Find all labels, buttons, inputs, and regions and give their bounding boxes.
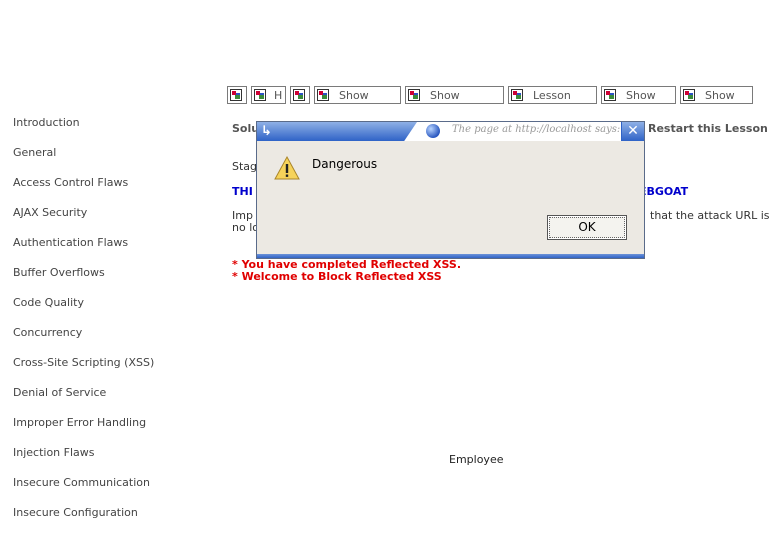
titlebar-accent <box>257 122 417 141</box>
dialog-message: Dangerous <box>312 157 378 171</box>
sidebar-item-xss[interactable]: Cross-Site Scripting (XSS) <box>13 356 213 386</box>
sidebar-item-ajax-security[interactable]: AJAX Security <box>13 206 213 236</box>
dialog-title: The page at http://localhost says: <box>452 124 621 135</box>
lesson-sidebar: Introduction General Access Control Flaw… <box>13 116 213 536</box>
toolbar-button-show-params[interactable]: Show <box>314 86 401 104</box>
broken-image-icon <box>683 89 695 101</box>
sidebar-item-denial-of-service[interactable]: Denial of Service <box>13 386 213 416</box>
close-icon[interactable]: ✕ <box>621 122 644 141</box>
sidebar-item-access-control[interactable]: Access Control Flaws <box>13 176 213 206</box>
dialog-bottom-border <box>257 254 644 258</box>
sidebar-item-insecure-communication[interactable]: Insecure Communication <box>13 476 213 506</box>
broken-image-icon <box>293 89 305 101</box>
return-arrow-icon: ↳ <box>261 124 272 139</box>
alert-dialog: ↳ The page at http://localhost says: ✕ D… <box>256 121 645 259</box>
sidebar-item-code-quality[interactable]: Code Quality <box>13 296 213 326</box>
sidebar-item-error-handling[interactable]: Improper Error Handling <box>13 416 213 446</box>
broken-image-icon <box>408 89 420 101</box>
sidebar-item-concurrency[interactable]: Concurrency <box>13 326 213 356</box>
lesson-body-right: that the attack URL is <box>650 209 770 222</box>
globe-icon <box>426 124 440 138</box>
broken-image-icon <box>254 89 266 101</box>
stage-label: Stag <box>232 160 258 173</box>
dialog-titlebar[interactable]: ↳ The page at http://localhost says: ✕ <box>257 122 644 141</box>
sidebar-item-authentication[interactable]: Authentication Flaws <box>13 236 213 266</box>
toolbar-button-label: Show <box>339 88 369 102</box>
lesson-heading-left: THI <box>232 185 253 198</box>
ok-button-label: OK <box>549 217 625 238</box>
sidebar-item-insecure-configuration[interactable]: Insecure Configuration <box>13 506 213 536</box>
toolbar-button-label: Show <box>430 88 460 102</box>
employee-label: Employee <box>449 453 504 466</box>
warning-icon <box>274 155 300 180</box>
lesson-body-line: no lo <box>232 221 259 234</box>
welcome-message: * Welcome to Block Reflected XSS <box>232 270 442 283</box>
sidebar-item-introduction[interactable]: Introduction <box>13 116 213 146</box>
lesson-body-left: Imp no lo <box>232 210 259 234</box>
toolbar-button-label: Show <box>626 88 656 102</box>
toolbar-button-label: Lesson <box>533 88 571 102</box>
broken-image-icon <box>317 89 329 101</box>
ok-button[interactable]: OK <box>547 215 627 240</box>
toolbar-button-3[interactable] <box>290 86 310 104</box>
toolbar-button-1[interactable] <box>227 86 247 104</box>
toolbar-button-hints[interactable]: H <box>251 86 286 104</box>
broken-image-icon <box>511 89 523 101</box>
broken-image-icon <box>230 89 242 101</box>
toolbar-button-lesson-plan[interactable]: Lesson <box>508 86 597 104</box>
toolbar-button-show-java[interactable]: Show <box>601 86 676 104</box>
restart-lesson-link[interactable]: Restart this Lesson <box>648 122 768 135</box>
broken-image-icon <box>604 89 616 101</box>
toolbar-button-show-cookies[interactable]: Show <box>405 86 504 104</box>
sidebar-item-general[interactable]: General <box>13 146 213 176</box>
toolbar-button-label: Show <box>705 88 735 102</box>
toolbar-button-show-solution[interactable]: Show <box>680 86 753 104</box>
lesson-heading-right: EBGOAT <box>639 185 689 198</box>
sidebar-item-buffer-overflows[interactable]: Buffer Overflows <box>13 266 213 296</box>
sidebar-item-injection-flaws[interactable]: Injection Flaws <box>13 446 213 476</box>
toolbar-button-label: H <box>274 88 283 102</box>
